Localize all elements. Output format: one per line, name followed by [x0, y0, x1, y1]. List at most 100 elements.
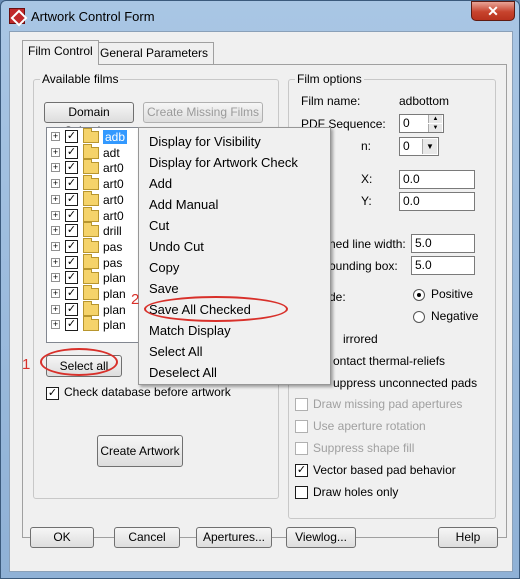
- ok-button[interactable]: OK: [30, 527, 94, 548]
- menu-item-select-all[interactable]: Select All: [149, 344, 202, 359]
- menu-item-deselect-all[interactable]: Deselect All: [149, 365, 217, 380]
- expand-icon[interactable]: +: [51, 304, 60, 314]
- tab-general-parameters[interactable]: General Parameters: [94, 42, 215, 64]
- shape-bounding-box-input[interactable]: 5.0: [411, 256, 475, 275]
- menu-item-match-display[interactable]: Match Display: [149, 323, 231, 338]
- create-artwork-button[interactable]: Create Artwork: [97, 435, 183, 467]
- suppress-shape-fill-label: Suppress shape fill: [313, 441, 415, 455]
- film-checkbox[interactable]: ✓: [65, 302, 78, 316]
- vector-based-pad-checkbox[interactable]: ✓: [295, 464, 308, 477]
- menu-item-copy[interactable]: Copy: [149, 260, 179, 275]
- folder-icon: [83, 285, 99, 300]
- rotation-select[interactable]: 0 ▼: [399, 137, 439, 156]
- folder-icon: [83, 206, 99, 222]
- artwork-control-window: Artwork Control Form ✕ Film Control Gene…: [0, 0, 520, 579]
- film-checkbox[interactable]: ✓: [65, 130, 78, 143]
- offset-y-label: Y:: [361, 194, 372, 208]
- viewlog-button[interactable]: Viewlog...: [286, 527, 356, 548]
- tab-film-control[interactable]: Film Control: [22, 40, 99, 65]
- chevron-down-icon[interactable]: ▼: [422, 139, 437, 154]
- film-checkbox[interactable]: ✓: [65, 239, 78, 253]
- spin-down-icon[interactable]: ▼: [428, 124, 442, 132]
- film-checkbox[interactable]: ✓: [65, 318, 78, 332]
- rotation-value: 0: [403, 139, 410, 153]
- app-icon: [9, 8, 25, 24]
- suppress-shape-fill-checkbox[interactable]: [295, 442, 308, 455]
- menu-item-cut[interactable]: Cut: [149, 218, 169, 233]
- film-checkbox[interactable]: ✓: [65, 224, 78, 238]
- positive-radio[interactable]: [413, 289, 425, 301]
- film-checkbox[interactable]: ✓: [65, 177, 78, 191]
- folder-icon: [83, 143, 99, 159]
- menu-item-add[interactable]: Add: [149, 176, 172, 191]
- folder-icon: [83, 300, 99, 316]
- expand-icon[interactable]: +: [51, 194, 60, 204]
- expand-icon[interactable]: +: [51, 179, 60, 189]
- draw-missing-pad-checkbox[interactable]: [295, 398, 308, 411]
- film-label: drill: [103, 224, 122, 239]
- expand-icon[interactable]: +: [51, 289, 60, 298]
- cancel-button[interactable]: Cancel: [114, 527, 180, 548]
- undefined-line-width-input[interactable]: 5.0: [411, 234, 475, 253]
- expand-icon[interactable]: +: [51, 210, 60, 220]
- film-name-value: adbottom: [399, 94, 450, 108]
- film-checkbox[interactable]: ✓: [65, 161, 78, 175]
- expand-icon[interactable]: +: [51, 273, 60, 283]
- menu-item-undo-cut[interactable]: Undo Cut: [149, 239, 204, 254]
- offset-x-input[interactable]: 0.0: [399, 170, 475, 189]
- expand-icon[interactable]: +: [51, 257, 60, 267]
- pdf-sequence-value: 0: [403, 116, 410, 130]
- plot-mode-label: de:: [329, 290, 346, 304]
- check-database-checkbox[interactable]: ✓: [46, 387, 59, 400]
- menu-item-add-manual[interactable]: Add Manual: [149, 197, 218, 212]
- film-label: adt: [103, 145, 120, 160]
- expand-icon[interactable]: +: [51, 226, 60, 236]
- offset-x-label: X:: [361, 172, 373, 186]
- expand-icon[interactable]: +: [51, 132, 60, 141]
- film-label: plan: [103, 302, 126, 317]
- folder-icon: [83, 269, 99, 285]
- film-label: art0: [103, 208, 124, 223]
- expand-icon[interactable]: +: [51, 163, 60, 173]
- vector-based-pad-label: Vector based pad behavior: [313, 463, 456, 477]
- menu-item-save[interactable]: Save: [149, 281, 179, 296]
- context-menu: Display for Visibility Display for Artwor…: [138, 127, 331, 385]
- draw-holes-only-checkbox[interactable]: [295, 486, 308, 499]
- use-aperture-rotation-checkbox[interactable]: [295, 420, 308, 433]
- apertures-button[interactable]: Apertures...: [196, 527, 272, 548]
- check-database-label: Check database before artwork: [64, 385, 231, 399]
- title-bar[interactable]: Artwork Control Form ✕: [1, 1, 519, 31]
- expand-icon[interactable]: +: [51, 241, 60, 251]
- film-options-legend: Film options: [295, 72, 364, 86]
- film-checkbox[interactable]: ✓: [65, 255, 78, 269]
- menu-item-display-for-artwork-check[interactable]: Display for Artwork Check: [149, 155, 298, 170]
- available-films-legend: Available films: [40, 72, 121, 86]
- suppress-unconnected-label: uppress unconnected pads: [333, 376, 478, 390]
- expand-icon[interactable]: +: [51, 320, 60, 330]
- domain-selection-button[interactable]: Domain Selection: [44, 102, 134, 138]
- close-button[interactable]: ✕: [471, 1, 515, 21]
- film-checkbox[interactable]: ✓: [65, 145, 78, 159]
- annotation-number-1: 1: [22, 356, 31, 373]
- help-button[interactable]: Help: [438, 527, 498, 548]
- menu-item-display-for-visibility[interactable]: Display for Visibility: [149, 134, 261, 149]
- film-checkbox[interactable]: ✓: [65, 287, 78, 300]
- expand-icon[interactable]: +: [51, 147, 60, 157]
- annotation-number-2: 2: [131, 291, 140, 308]
- undefined-line-width-label: ned line width:: [329, 237, 406, 251]
- offset-y-input[interactable]: 0.0: [399, 192, 475, 211]
- create-missing-films-button[interactable]: Create Missing Films: [143, 102, 263, 123]
- spin-up-icon[interactable]: ▲: [428, 115, 442, 123]
- folder-icon: [83, 222, 99, 238]
- use-aperture-rotation-label: Use aperture rotation: [313, 419, 426, 433]
- film-label: pas: [103, 255, 123, 270]
- film-checkbox[interactable]: ✓: [65, 271, 78, 285]
- negative-radio[interactable]: [413, 311, 425, 323]
- pdf-sequence-spinner[interactable]: 0 ▲ ▼: [399, 114, 444, 133]
- film-checkbox[interactable]: ✓: [65, 208, 78, 222]
- thermal-reliefs-label: ontact thermal-reliefs: [333, 354, 446, 368]
- film-label: adb: [103, 130, 128, 144]
- film-checkbox[interactable]: ✓: [65, 192, 78, 206]
- film-label: art0: [103, 161, 124, 176]
- film-label: art0: [103, 177, 124, 192]
